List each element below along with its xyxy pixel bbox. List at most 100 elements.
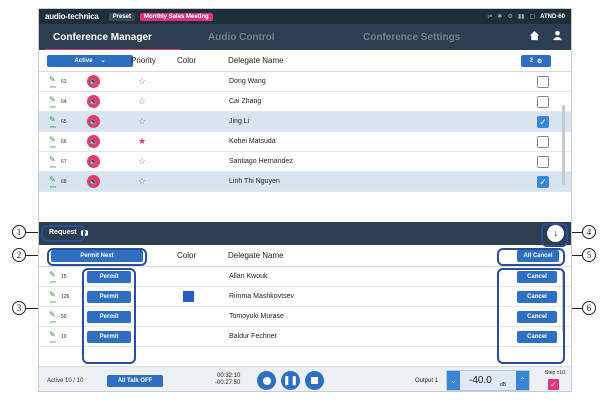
- usb-icon: ⇌: [487, 14, 493, 20]
- delegate-scrollbar[interactable]: [562, 105, 565, 185]
- app-window: audio-technica Preset Monthly Sales Meet…: [38, 8, 572, 392]
- microphone-icon: ✎ mic: [49, 310, 57, 325]
- speak-button[interactable]: 🔈: [87, 75, 100, 88]
- request-name-header: Delegate Name: [228, 251, 284, 260]
- volume-value: -40.0: [469, 375, 492, 386]
- delegate-name: Rimma Mashkovtsev: [229, 293, 294, 300]
- priority-star-icon[interactable]: ★: [138, 136, 146, 147]
- active-count: Active 10 / 10: [47, 378, 84, 384]
- bottom-control-bar: Active 10 / 10 All Talk OFF 00:32:10 -00:…: [39, 366, 571, 391]
- meeting-name-badge[interactable]: Monthly Sales Meeting: [140, 12, 213, 21]
- microphone-icon: ✎ mic: [49, 155, 57, 170]
- delegate-row[interactable]: ✎ mic 65 🔈 ☆ Jing Li ✓: [39, 112, 571, 132]
- time-remaining: -00:27:50: [215, 380, 241, 386]
- stop-button[interactable]: [305, 371, 324, 390]
- priority-star-icon[interactable]: ☆: [138, 156, 146, 167]
- tab-conference-settings[interactable]: Conference Settings: [363, 32, 518, 43]
- record-button[interactable]: [257, 371, 276, 390]
- delegate-row[interactable]: ✎ mic 64 🔈 ☆ Cai Zhang: [39, 92, 571, 112]
- preset-label: Preset: [108, 12, 136, 21]
- model-name: ATND-60: [540, 13, 565, 20]
- microphone-icon: ✎ mic: [49, 75, 57, 90]
- seat-number: 63: [61, 78, 67, 85]
- microphone-icon: ✎ mic: [49, 330, 57, 345]
- selection-count: 2: [529, 58, 533, 64]
- speaker-icon: 🔈: [89, 118, 98, 126]
- speaker-icon: 🔈: [89, 178, 98, 186]
- selection-settings-button[interactable]: 2 ⚙: [521, 55, 551, 67]
- delegate-name: Tomoyuki Murase: [229, 313, 284, 320]
- volume-unit: dB: [500, 382, 507, 388]
- speaker-icon: 🔈: [89, 78, 98, 86]
- delegate-name-header: Delegate Name: [228, 56, 284, 65]
- seat-number: 64: [61, 98, 67, 105]
- priority-star-icon[interactable]: ☆: [138, 176, 146, 187]
- row-checkbox[interactable]: [537, 76, 549, 88]
- step-label: Step ±10: [545, 370, 565, 376]
- speaker-icon: 🔈: [89, 158, 98, 166]
- row-checkbox[interactable]: ✓: [537, 116, 549, 128]
- user-icon[interactable]: [552, 30, 563, 41]
- tab-audio-control[interactable]: Audio Control: [208, 32, 363, 43]
- record-icon: [262, 376, 271, 385]
- delegate-row[interactable]: ✎ mic 66 🔈 ★ Kohei Matsuda: [39, 132, 571, 152]
- seat-number: 15: [61, 274, 67, 280]
- color-swatch: [183, 291, 194, 302]
- delegate-row[interactable]: ✎ mic 68 🔈 ☆ Linh Thi Nguyen ✓: [39, 172, 571, 192]
- row-checkbox[interactable]: [537, 96, 549, 108]
- priority-star-icon[interactable]: ☆: [138, 116, 146, 127]
- speaker-icon: 🔈: [89, 138, 98, 146]
- seat-number: 50: [61, 314, 67, 320]
- delegate-name: Kohei Matsuda: [229, 138, 276, 145]
- speaker-icon: 🔈: [89, 98, 98, 106]
- pause-icon: ❚❚: [282, 375, 299, 385]
- highlight-all-cancel: [497, 248, 565, 266]
- row-checkbox[interactable]: [537, 156, 549, 168]
- row-checkbox[interactable]: ✓: [537, 176, 549, 188]
- speak-button[interactable]: 🔈: [87, 135, 100, 148]
- callout-6: 6: [582, 301, 596, 315]
- timer-display: 00:32:10 -00:27:50: [215, 373, 240, 387]
- request-bar: Request 5 ↓: [39, 222, 571, 245]
- delegate-row[interactable]: ✎ mic 63 🔈 ☆ Dong Wang: [39, 72, 571, 92]
- highlight-permit-column: [82, 268, 136, 364]
- speak-button[interactable]: 🔈: [87, 95, 100, 108]
- time-elapsed: 00:32:10: [217, 373, 241, 379]
- seat-number: 66: [61, 138, 67, 145]
- highlight-request-label: [41, 225, 85, 242]
- home-icon[interactable]: [529, 30, 540, 41]
- delegate-name: Dong Wang: [229, 78, 266, 85]
- priority-star-icon[interactable]: ☆: [138, 96, 146, 107]
- brand-logo: audio-technica: [45, 12, 99, 21]
- microphone-icon: ✎ mic: [49, 290, 57, 305]
- color-header: Color: [177, 56, 197, 65]
- speak-button[interactable]: 🔈: [87, 175, 100, 188]
- volume-down-button[interactable]: ⌄: [447, 371, 460, 390]
- gear-icon: ⚙: [536, 58, 543, 65]
- pause-button[interactable]: ❚❚: [281, 371, 300, 390]
- speak-button[interactable]: 🔈: [87, 115, 100, 128]
- callout-3: 3: [12, 301, 26, 315]
- top-status-bar: audio-technica Preset Monthly Sales Meet…: [39, 9, 571, 24]
- priority-star-icon[interactable]: ☆: [138, 76, 146, 87]
- step-checkbox[interactable]: ✓: [548, 379, 559, 390]
- chevron-down-icon: ⌄: [100, 58, 106, 64]
- delegate-row[interactable]: ✎ mic 67 🔈 ☆ Santiago Hernandez: [39, 152, 571, 172]
- seat-number: 65: [61, 118, 67, 125]
- all-talk-off-button[interactable]: All Talk OFF: [107, 375, 163, 387]
- delegate-name: Santiago Hernandez: [229, 158, 293, 165]
- callout-4: 4: [582, 225, 596, 239]
- row-checkbox[interactable]: [537, 136, 549, 148]
- filter-label: Active: [74, 57, 93, 64]
- volume-stepper[interactable]: ⌄ -40.0 dB ⌃: [446, 370, 530, 391]
- microphone-icon: ✎ mic: [49, 115, 57, 130]
- speak-button[interactable]: 🔈: [87, 155, 100, 168]
- tab-conference-manager[interactable]: Conference Manager: [45, 32, 208, 51]
- filter-dropdown[interactable]: Active ⌄: [47, 54, 133, 67]
- signal-icon: ▮▮: [517, 14, 525, 20]
- highlight-download: [541, 223, 568, 247]
- callout-2: 2: [12, 248, 26, 262]
- request-color-header: Color: [177, 251, 197, 260]
- volume-up-button[interactable]: ⌃: [516, 371, 529, 390]
- seat-number: 68: [61, 178, 67, 185]
